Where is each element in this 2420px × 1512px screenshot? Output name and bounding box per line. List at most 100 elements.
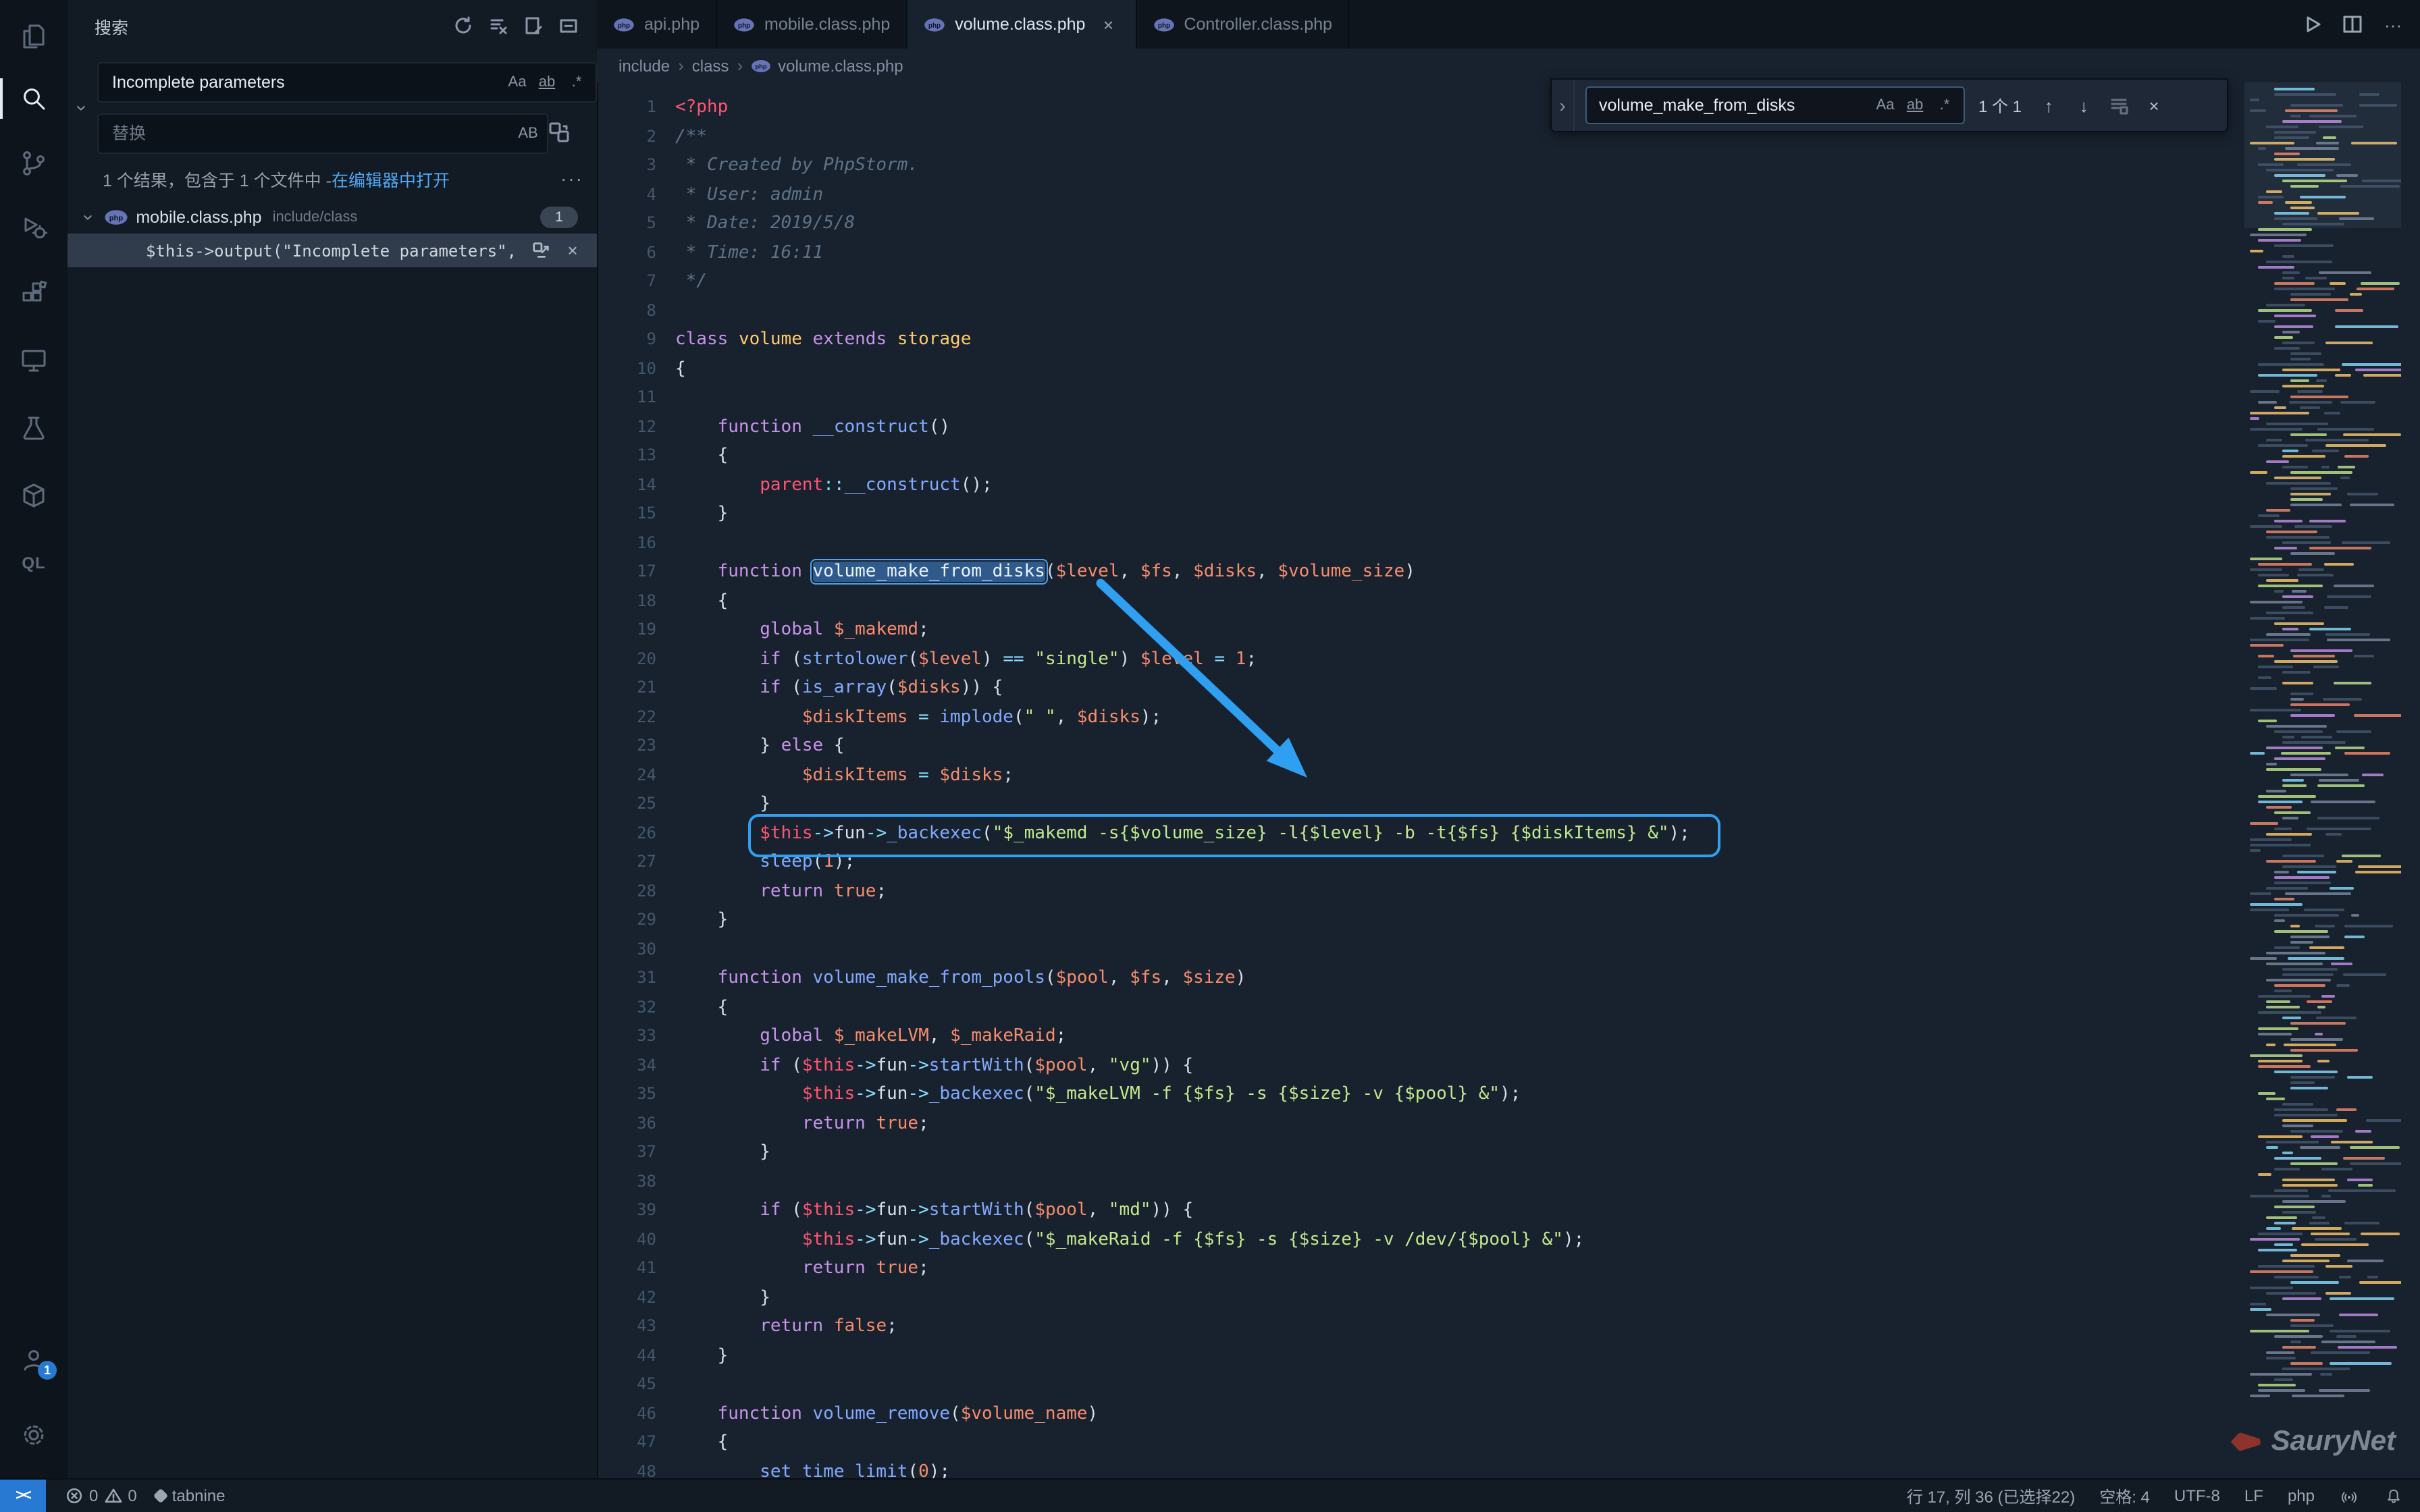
- code-line[interactable]: 5 * Date: 2019/5/8: [597, 209, 2223, 238]
- replace-input[interactable]: [109, 123, 515, 144]
- code-line[interactable]: 15 }: [597, 500, 2223, 529]
- remote-indicator[interactable]: ><: [0, 1480, 46, 1512]
- code-line[interactable]: 34 if ($this->fun->startWith($pool, "vg"…: [597, 1051, 2223, 1080]
- breadcrumb-item[interactable]: volume.class.php: [778, 56, 903, 75]
- settings-button[interactable]: [0, 1412, 68, 1458]
- clear-results-icon[interactable]: [483, 11, 513, 40]
- whole-word-icon[interactable]: ab: [533, 69, 560, 96]
- code-line[interactable]: 29 }: [597, 906, 2223, 935]
- code-line[interactable]: 33 global $_makeLVM, $_makeRaid;: [597, 1022, 2223, 1051]
- code-line[interactable]: 44 }: [597, 1341, 2223, 1370]
- code-line[interactable]: 48 set_time_limit(0);: [597, 1457, 2223, 1480]
- sidebar-item-explorer[interactable]: [0, 14, 68, 59]
- code-line[interactable]: 7 */: [597, 267, 2223, 296]
- broadcast-icon[interactable]: [2339, 1486, 2359, 1506]
- accounts-button[interactable]: 1: [0, 1336, 68, 1382]
- search-input[interactable]: [109, 72, 504, 93]
- find-input[interactable]: [1596, 94, 1872, 116]
- sidebar-item-remote-explorer[interactable]: [0, 338, 68, 383]
- breadcrumb-item[interactable]: include: [619, 56, 670, 75]
- split-editor-icon[interactable]: [2336, 8, 2369, 40]
- code-line[interactable]: 38: [597, 1167, 2223, 1196]
- code-line[interactable]: 39 if ($this->fun->startWith($pool, "md"…: [597, 1196, 2223, 1225]
- code-line[interactable]: 19 global $_makemd;: [597, 616, 2223, 645]
- sidebar-item-run-debug[interactable]: [0, 205, 68, 251]
- dismiss-match-icon[interactable]: ×: [559, 237, 586, 264]
- sidebar-item-extensions[interactable]: [0, 270, 68, 316]
- code-line[interactable]: 23 } else {: [597, 732, 2223, 761]
- code-line[interactable]: 6 * Time: 16:11: [597, 238, 2223, 267]
- cursor-position[interactable]: 行 17, 列 36 (已选择22): [1907, 1484, 2075, 1507]
- chevron-down-icon[interactable]: ›: [80, 213, 99, 219]
- code-line[interactable]: 12 function __construct(): [597, 412, 2223, 441]
- language-mode[interactable]: php: [2288, 1486, 2315, 1505]
- sidebar-item-testing[interactable]: [0, 405, 68, 451]
- match-case-icon[interactable]: Aa: [1872, 92, 1899, 119]
- new-search-editor-icon[interactable]: [519, 11, 548, 40]
- code-line[interactable]: 17 function volume_make_from_disks($leve…: [597, 558, 2223, 587]
- code-line[interactable]: 26 $this->fun->_backexec("$_makemd -s{$v…: [597, 819, 2223, 848]
- code-line[interactable]: 10{: [597, 354, 2223, 383]
- tab-volume-class-php[interactable]: php volume.class.php ×: [908, 0, 1136, 49]
- more-actions-icon[interactable]: ···: [2377, 8, 2409, 40]
- notifications-bell-icon[interactable]: [2384, 1486, 2404, 1506]
- replace-all-icon[interactable]: [540, 113, 578, 151]
- problems-status[interactable]: 0 0: [65, 1486, 137, 1505]
- code-line[interactable]: 35 $this->fun->_backexec("$_makeLVM -f {…: [597, 1080, 2223, 1109]
- toggle-replace-button[interactable]: ›: [1552, 80, 1575, 131]
- sidebar-item-search[interactable]: [0, 76, 68, 122]
- code-editor[interactable]: 1<?php2/**3 * Created by PhpStorm.4 * Us…: [597, 82, 2420, 1480]
- code-line[interactable]: 25 }: [597, 790, 2223, 819]
- sidebar-item-codeql[interactable]: QL: [0, 540, 68, 586]
- code-line[interactable]: 43 return false;: [597, 1312, 2223, 1341]
- run-icon[interactable]: [2296, 8, 2328, 40]
- previous-match-icon[interactable]: ↑: [2032, 89, 2065, 122]
- code-line[interactable]: 46 function volume_remove($volume_name): [597, 1399, 2223, 1428]
- sidebar-item-packages[interactable]: [0, 473, 68, 518]
- tabnine-status[interactable]: tabnine: [156, 1486, 226, 1505]
- code-line[interactable]: 36 return true;: [597, 1109, 2223, 1138]
- close-tab-icon[interactable]: ×: [1097, 14, 1119, 35]
- close-find-icon[interactable]: ×: [2138, 89, 2170, 122]
- breadcrumb[interactable]: include › class › php volume.class.php: [597, 49, 2420, 82]
- code-line[interactable]: 41 return true;: [597, 1254, 2223, 1283]
- code-line[interactable]: 22 $diskItems = implode(" ", $disks);: [597, 703, 2223, 732]
- code-line[interactable]: 32 {: [597, 993, 2223, 1022]
- code-line[interactable]: 24 $diskItems = $disks;: [597, 761, 2223, 790]
- match-case-icon[interactable]: Aa: [504, 69, 531, 96]
- eol-status[interactable]: LF: [2244, 1486, 2263, 1505]
- tab-mobile-class-php[interactable]: php mobile.class.php: [717, 0, 908, 49]
- open-in-editor-link[interactable]: 在编辑器中打开: [332, 165, 450, 191]
- code-line[interactable]: 30: [597, 935, 2223, 964]
- code-lines[interactable]: 1<?php2/**3 * Created by PhpStorm.4 * Us…: [597, 82, 2223, 1480]
- code-line[interactable]: 28 return true;: [597, 877, 2223, 906]
- code-line[interactable]: 45: [597, 1370, 2223, 1399]
- encoding-status[interactable]: UTF-8: [2174, 1486, 2220, 1505]
- search-match-row[interactable]: $this->output("Incomplete parameters", f…: [68, 234, 597, 267]
- sidebar-item-source-control[interactable]: [0, 140, 68, 186]
- tab-api-php[interactable]: php api.php: [597, 0, 717, 49]
- code-line[interactable]: 27 sleep(1);: [597, 848, 2223, 877]
- code-line[interactable]: 13 {: [597, 441, 2223, 470]
- regex-icon[interactable]: .*: [1931, 92, 1958, 119]
- preserve-case-icon[interactable]: AB: [515, 120, 542, 147]
- more-actions-icon[interactable]: ···: [560, 167, 583, 189]
- code-line[interactable]: 20 if (strtolower($level) == "single") $…: [597, 645, 2223, 674]
- code-line[interactable]: 31 function volume_make_from_pools($pool…: [597, 964, 2223, 993]
- code-line[interactable]: 9class volume extends storage: [597, 325, 2223, 354]
- code-line[interactable]: 14 parent::__construct();: [597, 470, 2223, 500]
- tab-controller-class-php[interactable]: php Controller.class.php: [1136, 0, 1350, 49]
- next-match-icon[interactable]: ↓: [2068, 89, 2100, 122]
- code-line[interactable]: 3 * Created by PhpStorm.: [597, 151, 2223, 180]
- toggle-replace-button[interactable]: ›: [72, 94, 93, 122]
- whole-word-icon[interactable]: ab: [1901, 92, 1928, 119]
- code-line[interactable]: 47 {: [597, 1428, 2223, 1457]
- breadcrumb-item[interactable]: class: [692, 56, 729, 75]
- code-line[interactable]: 21 if (is_array($disks)) {: [597, 674, 2223, 703]
- code-line[interactable]: 16: [597, 529, 2223, 558]
- replace-match-icon[interactable]: [527, 237, 554, 264]
- find-in-selection-icon[interactable]: [2103, 89, 2135, 122]
- code-line[interactable]: 18 {: [597, 587, 2223, 616]
- search-file-result[interactable]: › php mobile.class.php include/class 1: [68, 200, 597, 234]
- code-line[interactable]: 40 $this->fun->_backexec("$_makeRaid -f …: [597, 1225, 2223, 1254]
